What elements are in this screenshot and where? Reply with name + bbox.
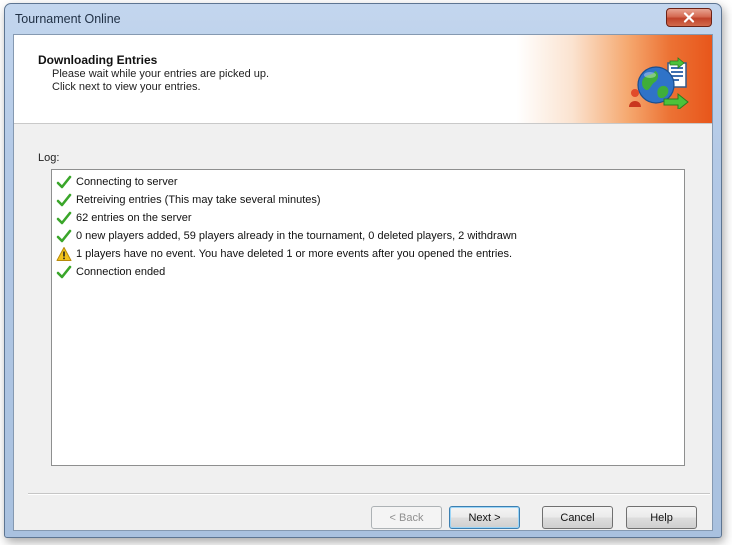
- cancel-button[interactable]: Cancel: [542, 506, 613, 529]
- close-button[interactable]: [666, 8, 712, 27]
- next-button[interactable]: Next >: [449, 506, 520, 529]
- back-button[interactable]: < Back: [371, 506, 442, 529]
- log-entry-text: 1 players have no event. You have delete…: [76, 248, 513, 260]
- page-subtitle-line2: Click next to view your entries.: [52, 81, 201, 93]
- log-entry: Connection ended: [56, 263, 165, 281]
- log-entry: Connecting to server: [56, 173, 178, 191]
- wizard-content: Downloading Entries Please wait while yo…: [13, 34, 713, 531]
- close-icon: [683, 12, 695, 23]
- footer-separator: [28, 493, 710, 495]
- page-subtitle-line1: Please wait while your entries are picke…: [52, 68, 270, 80]
- log-entry-text: 62 entries on the server: [76, 212, 192, 224]
- log-entry-text: Connection ended: [76, 266, 166, 278]
- green-check-icon: [56, 211, 72, 225]
- log-label: Log:: [38, 152, 60, 164]
- green-check-icon: [56, 175, 72, 189]
- log-entry-text: Connecting to server: [76, 176, 178, 188]
- log-entry-text: Retreiving entries (This may take severa…: [76, 194, 321, 206]
- log-entry-warning: 1 players have no event. You have delete…: [56, 245, 512, 263]
- log-entry: 62 entries on the server: [56, 209, 192, 227]
- title-bar[interactable]: Tournament Online: [5, 4, 721, 34]
- green-check-icon: [56, 193, 72, 207]
- log-entry: 0 new players added, 59 players already …: [56, 227, 517, 245]
- help-button[interactable]: Help: [626, 506, 697, 529]
- log-entry-text: 0 new players added, 59 players already …: [76, 230, 517, 242]
- log-list[interactable]: Connecting to server Retreiving entries …: [51, 169, 685, 466]
- green-check-icon: [56, 265, 72, 279]
- window-title: Tournament Online: [15, 12, 121, 26]
- wizard-window: Tournament Online Downloading Entries Pl…: [4, 3, 722, 538]
- warning-icon: [56, 247, 72, 261]
- wizard-header: Downloading Entries Please wait while yo…: [14, 35, 712, 124]
- globe-transfer-icon: [629, 57, 689, 109]
- green-check-icon: [56, 229, 72, 243]
- page-title: Downloading Entries: [38, 53, 158, 67]
- log-entry: Retreiving entries (This may take severa…: [56, 191, 321, 209]
